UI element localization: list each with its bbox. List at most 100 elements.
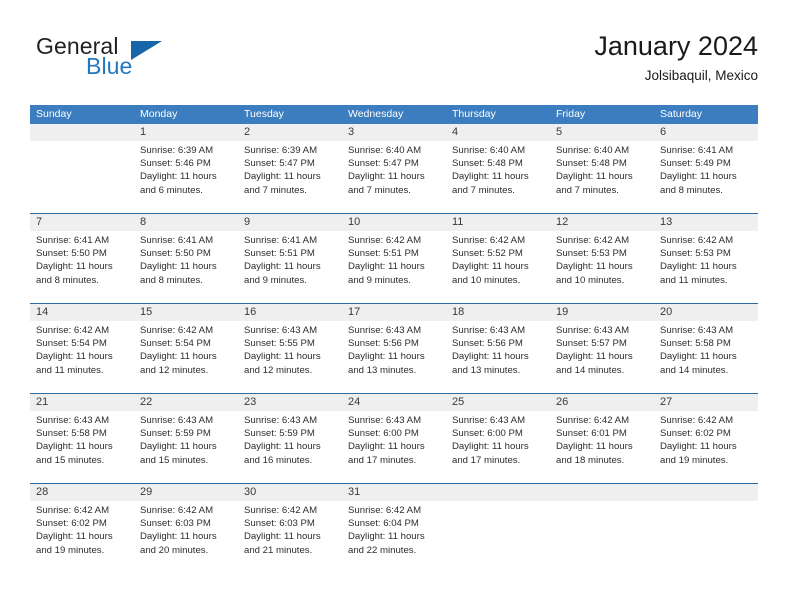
daylight-text-line2: and 15 minutes. [140,454,209,466]
daylight-text-line2: and 17 minutes. [452,454,521,466]
sunrise-text: Sunrise: 6:41 AM [660,145,734,156]
day-details: Sunrise: 6:42 AM Sunset: 5:54 PM Dayligh… [30,321,134,377]
day-number [30,124,134,141]
day-cell[interactable]: 18 Sunrise: 6:43 AM Sunset: 5:56 PM Dayl… [446,304,550,393]
sunrise-text: Sunrise: 6:43 AM [556,325,630,336]
daylight-text-line2: and 17 minutes. [348,454,417,466]
daylight-text-line1: Daylight: 11 hours [660,441,737,453]
day-number: 26 [550,394,654,411]
day-details [550,501,654,504]
day-cell[interactable]: 19 Sunrise: 6:43 AM Sunset: 5:57 PM Dayl… [550,304,654,393]
sunset-text: Sunset: 5:53 PM [556,248,627,260]
day-cell[interactable]: 9 Sunrise: 6:41 AM Sunset: 5:51 PM Dayli… [238,214,342,303]
daylight-text-line1: Daylight: 11 hours [348,441,425,453]
day-cell[interactable] [446,484,550,573]
day-cell[interactable]: 27 Sunrise: 6:42 AM Sunset: 6:02 PM Dayl… [654,394,758,483]
day-cell[interactable]: 26 Sunrise: 6:42 AM Sunset: 6:01 PM Dayl… [550,394,654,483]
day-cell[interactable]: 7 Sunrise: 6:41 AM Sunset: 5:50 PM Dayli… [30,214,134,303]
day-details: Sunrise: 6:42 AM Sunset: 5:51 PM Dayligh… [342,231,446,287]
daylight-text-line2: and 13 minutes. [452,364,521,376]
daylight-text-line1: Daylight: 11 hours [244,171,321,183]
sunset-text: Sunset: 5:52 PM [452,248,523,260]
day-cell[interactable]: 4 Sunrise: 6:40 AM Sunset: 5:48 PM Dayli… [446,124,550,213]
day-number: 16 [238,304,342,321]
weekday-header-friday: Friday [556,108,586,120]
brand-logo[interactable]: General Blue [36,33,266,93]
day-cell[interactable]: 16 Sunrise: 6:43 AM Sunset: 5:55 PM Dayl… [238,304,342,393]
sunrise-text: Sunrise: 6:43 AM [244,325,318,336]
weekday-header-wednesday: Wednesday [348,108,404,120]
day-cell[interactable]: 31 Sunrise: 6:42 AM Sunset: 6:04 PM Dayl… [342,484,446,573]
daylight-text-line2: and 10 minutes. [452,274,521,286]
week-row: 14 Sunrise: 6:42 AM Sunset: 5:54 PM Dayl… [30,303,758,393]
day-cell[interactable]: 13 Sunrise: 6:42 AM Sunset: 5:53 PM Dayl… [654,214,758,303]
daylight-text-line2: and 13 minutes. [348,364,417,376]
daylight-text-line2: and 7 minutes. [556,184,619,196]
sunset-text: Sunset: 5:54 PM [36,338,107,350]
day-cell[interactable]: 21 Sunrise: 6:43 AM Sunset: 5:58 PM Dayl… [30,394,134,483]
day-cell[interactable]: 25 Sunrise: 6:43 AM Sunset: 6:00 PM Dayl… [446,394,550,483]
day-details: Sunrise: 6:42 AM Sunset: 5:52 PM Dayligh… [446,231,550,287]
daylight-text-line1: Daylight: 11 hours [36,441,113,453]
daylight-text-line2: and 18 minutes. [556,454,625,466]
sunset-text: Sunset: 5:53 PM [660,248,731,260]
day-cell[interactable]: 15 Sunrise: 6:42 AM Sunset: 5:54 PM Dayl… [134,304,238,393]
day-details: Sunrise: 6:40 AM Sunset: 5:48 PM Dayligh… [550,141,654,197]
day-number: 19 [550,304,654,321]
day-number: 5 [550,124,654,141]
day-cell[interactable]: 29 Sunrise: 6:42 AM Sunset: 6:03 PM Dayl… [134,484,238,573]
sunrise-text: Sunrise: 6:39 AM [140,145,214,156]
daylight-text-line2: and 15 minutes. [36,454,105,466]
day-details: Sunrise: 6:40 AM Sunset: 5:48 PM Dayligh… [446,141,550,197]
sunset-text: Sunset: 5:47 PM [244,158,315,170]
day-cell[interactable]: 1 Sunrise: 6:39 AM Sunset: 5:46 PM Dayli… [134,124,238,213]
day-number: 31 [342,484,446,501]
day-number: 25 [446,394,550,411]
day-number [654,484,758,501]
day-number: 9 [238,214,342,231]
day-cell[interactable] [654,484,758,573]
sunset-text: Sunset: 5:56 PM [452,338,523,350]
day-cell[interactable]: 24 Sunrise: 6:43 AM Sunset: 6:00 PM Dayl… [342,394,446,483]
daylight-text-line1: Daylight: 11 hours [244,351,321,363]
sunset-text: Sunset: 6:02 PM [660,428,731,440]
sunset-text: Sunset: 5:54 PM [140,338,211,350]
day-cell[interactable]: 20 Sunrise: 6:43 AM Sunset: 5:58 PM Dayl… [654,304,758,393]
day-cell[interactable]: 5 Sunrise: 6:40 AM Sunset: 5:48 PM Dayli… [550,124,654,213]
sunrise-text: Sunrise: 6:43 AM [244,415,318,426]
day-cell[interactable]: 8 Sunrise: 6:41 AM Sunset: 5:50 PM Dayli… [134,214,238,303]
day-cell[interactable]: 12 Sunrise: 6:42 AM Sunset: 5:53 PM Dayl… [550,214,654,303]
day-cell[interactable] [550,484,654,573]
day-cell[interactable]: 23 Sunrise: 6:43 AM Sunset: 5:59 PM Dayl… [238,394,342,483]
day-number: 21 [30,394,134,411]
day-cell[interactable]: 17 Sunrise: 6:43 AM Sunset: 5:56 PM Dayl… [342,304,446,393]
day-cell[interactable] [30,124,134,213]
day-cell[interactable]: 2 Sunrise: 6:39 AM Sunset: 5:47 PM Dayli… [238,124,342,213]
daylight-text-line2: and 7 minutes. [244,184,307,196]
day-cell[interactable]: 11 Sunrise: 6:42 AM Sunset: 5:52 PM Dayl… [446,214,550,303]
day-cell[interactable]: 6 Sunrise: 6:41 AM Sunset: 5:49 PM Dayli… [654,124,758,213]
day-cell[interactable]: 10 Sunrise: 6:42 AM Sunset: 5:51 PM Dayl… [342,214,446,303]
daylight-text-line2: and 6 minutes. [140,184,203,196]
day-number: 7 [30,214,134,231]
day-details: Sunrise: 6:43 AM Sunset: 5:58 PM Dayligh… [654,321,758,377]
day-cell[interactable]: 28 Sunrise: 6:42 AM Sunset: 6:02 PM Dayl… [30,484,134,573]
day-details: Sunrise: 6:42 AM Sunset: 6:03 PM Dayligh… [238,501,342,557]
day-details [30,141,134,144]
day-cell[interactable]: 30 Sunrise: 6:42 AM Sunset: 6:03 PM Dayl… [238,484,342,573]
daylight-text-line1: Daylight: 11 hours [348,261,425,273]
day-details: Sunrise: 6:43 AM Sunset: 5:56 PM Dayligh… [446,321,550,377]
day-cell[interactable]: 14 Sunrise: 6:42 AM Sunset: 5:54 PM Dayl… [30,304,134,393]
sunrise-text: Sunrise: 6:43 AM [36,415,110,426]
daylight-text-line2: and 8 minutes. [660,184,723,196]
daylight-text-line1: Daylight: 11 hours [556,351,633,363]
sunset-text: Sunset: 5:49 PM [660,158,731,170]
day-cell[interactable]: 22 Sunrise: 6:43 AM Sunset: 5:59 PM Dayl… [134,394,238,483]
daylight-text-line2: and 16 minutes. [244,454,313,466]
day-details: Sunrise: 6:42 AM Sunset: 5:53 PM Dayligh… [654,231,758,287]
sunrise-text: Sunrise: 6:42 AM [36,505,110,516]
day-cell[interactable]: 3 Sunrise: 6:40 AM Sunset: 5:47 PM Dayli… [342,124,446,213]
sunset-text: Sunset: 6:02 PM [36,518,107,530]
daylight-text-line2: and 7 minutes. [348,184,411,196]
day-details: Sunrise: 6:42 AM Sunset: 6:02 PM Dayligh… [654,411,758,467]
